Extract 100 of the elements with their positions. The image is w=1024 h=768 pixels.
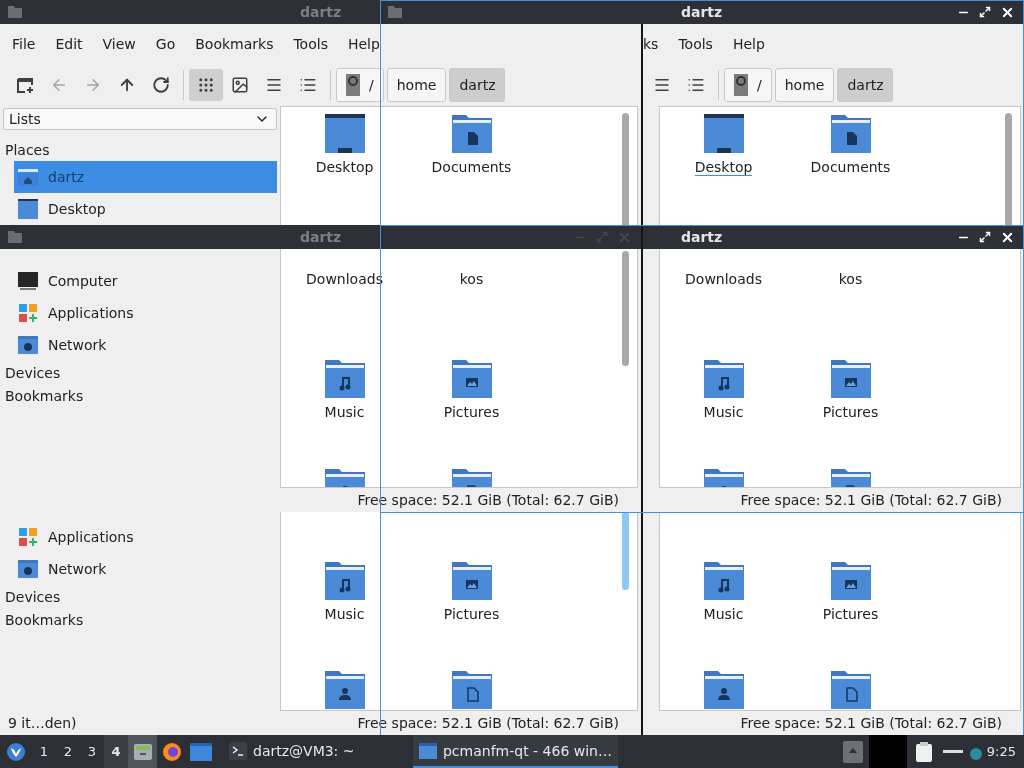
desktop-icon <box>18 199 38 219</box>
places-item[interactable]: Desktop <box>14 193 277 225</box>
window-title: dartz <box>300 229 342 245</box>
reload-icon <box>152 76 170 94</box>
menu-item[interactable]: Bookmarks <box>195 36 274 52</box>
file-cabinet-icon <box>132 741 153 762</box>
new-tab-icon <box>16 76 34 94</box>
start-menu-icon <box>6 741 26 762</box>
status-text: 9 it…den) <box>8 715 77 731</box>
file-name[interactable]: Pictures <box>822 606 879 623</box>
places-item[interactable]: Network <box>14 553 277 585</box>
image-icon <box>231 76 249 94</box>
status-text: Free space: 52.1 GiB (Total: 62.7 GiB) <box>740 715 1002 731</box>
menu-item[interactable]: View <box>102 36 136 52</box>
terminal-icon <box>229 741 247 760</box>
file-name[interactable]: kos <box>459 271 484 288</box>
pictures-folder-icon <box>451 560 492 600</box>
menu-item[interactable]: Edit <box>55 36 83 52</box>
file-name[interactable]: Music <box>703 404 744 421</box>
list-icon <box>299 76 317 94</box>
grid-icon <box>197 76 215 94</box>
section-heading: Places <box>4 140 51 160</box>
drive-icon <box>346 74 360 96</box>
places-item[interactable]: Computer <box>14 265 277 297</box>
home-folder-icon <box>18 167 38 187</box>
file-name[interactable]: Desktop <box>315 159 374 176</box>
task-button[interactable]: pcmanfm-qt - 466 win… <box>413 735 618 768</box>
workspace-button[interactable]: 1 <box>32 735 56 768</box>
window-title: dartz <box>681 4 723 20</box>
window-title: dartz <box>300 4 342 20</box>
launcher-button[interactable] <box>128 735 157 768</box>
document-folder-icon <box>830 669 871 709</box>
file-name[interactable]: Documents <box>810 159 891 176</box>
file-name[interactable]: Pictures <box>443 404 500 421</box>
view-dropdown[interactable]: Lists <box>3 108 277 130</box>
path-button[interactable]: dartz <box>837 68 894 102</box>
view-mode-button[interactable] <box>189 69 223 101</box>
menu-item[interactable]: File <box>12 36 36 52</box>
applications-icon <box>18 527 38 547</box>
path-button[interactable]: dartz <box>449 68 506 102</box>
applications-icon <box>18 303 38 323</box>
user-folder-icon <box>703 669 744 709</box>
menu-item[interactable]: Tools <box>293 36 328 52</box>
file-name[interactable]: Music <box>703 606 744 623</box>
places-item[interactable]: Applications <box>14 521 277 553</box>
file-name[interactable]: Music <box>324 606 365 623</box>
network-folder-icon <box>18 559 38 579</box>
menu-item[interactable]: ks <box>643 36 659 52</box>
monitor-icon <box>18 271 38 291</box>
workspace-button[interactable]: 2 <box>56 735 80 768</box>
browser-icon <box>161 741 182 762</box>
section-heading: Devices <box>4 363 62 383</box>
pictures-folder-icon <box>830 560 871 600</box>
pictures-folder-icon <box>451 358 492 398</box>
menu-item[interactable]: Go <box>155 36 176 52</box>
folder-icon <box>8 231 22 243</box>
menu-item[interactable]: Tools <box>678 36 713 52</box>
menu-item[interactable]: Help <box>347 36 380 52</box>
places-item[interactable]: Network <box>14 329 277 361</box>
task-button[interactable]: dartz@VM3: ~ <box>223 735 413 768</box>
file-name[interactable]: Music <box>324 404 365 421</box>
documents-folder-icon <box>830 113 871 153</box>
status-text: Free space: 52.1 GiB (Total: 62.7 GiB) <box>740 492 1002 508</box>
folder-icon <box>8 6 22 18</box>
file-name[interactable]: Desktop <box>694 159 753 176</box>
file-name[interactable]: Documents <box>431 159 512 176</box>
lines-icon <box>653 76 671 94</box>
maximize-icon <box>979 6 991 18</box>
maximize-icon <box>596 231 608 243</box>
workspace-button[interactable]: 4 <box>104 735 128 768</box>
path-button[interactable]: / <box>724 68 772 102</box>
folder-icon <box>388 6 402 18</box>
music-folder-icon <box>324 560 365 600</box>
section-heading: Bookmarks <box>4 610 85 630</box>
path-button[interactable]: home <box>386 68 447 102</box>
music-folder-icon <box>324 358 365 398</box>
file-name[interactable]: kos <box>838 271 863 288</box>
desktop-folder-icon <box>324 113 365 153</box>
menu-item[interactable]: Help <box>732 36 765 52</box>
clock: 9:25 <box>986 744 1016 759</box>
window-icon <box>189 742 212 761</box>
document-folder-icon <box>451 669 492 709</box>
workspace-button[interactable]: 3 <box>80 735 104 768</box>
network-folder-icon <box>18 335 38 355</box>
path-button[interactable]: / <box>336 68 384 102</box>
path-button[interactable]: home <box>774 68 835 102</box>
tray-block <box>868 735 907 768</box>
file-name[interactable]: Pictures <box>443 606 500 623</box>
file-name[interactable]: Pictures <box>822 404 879 421</box>
clipboard-icon <box>914 740 935 763</box>
section-heading: Devices <box>4 587 62 607</box>
file-name[interactable]: Downloads <box>685 271 762 288</box>
music-folder-icon <box>703 560 744 600</box>
drive-icon <box>734 74 748 96</box>
tray-up-icon <box>842 740 863 763</box>
user-folder-icon <box>324 669 365 709</box>
maximize-icon <box>979 231 991 243</box>
places-item[interactable]: Applications <box>14 297 277 329</box>
desktop-folder-icon <box>703 113 744 153</box>
music-folder-icon <box>703 358 744 398</box>
